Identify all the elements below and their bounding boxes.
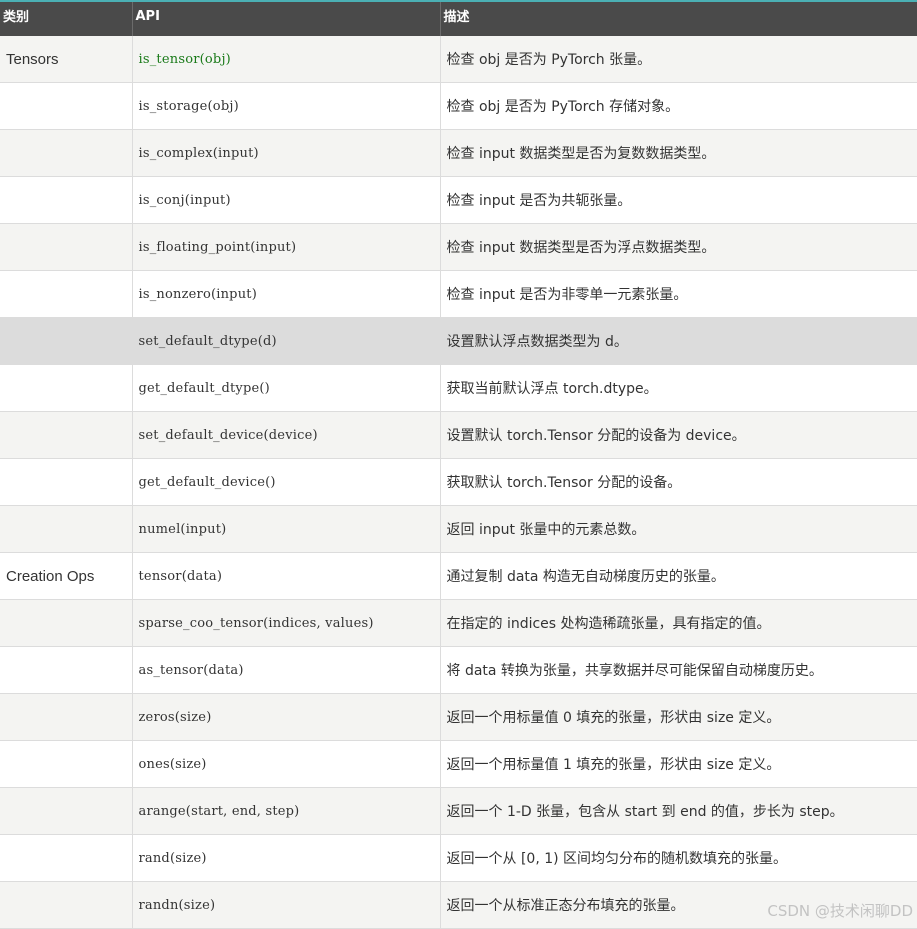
api-table: 类别 API 描述 Tensors is_tensor(obj) 检查 obj … (0, 0, 917, 929)
api-cell: is_nonzero(input) (132, 270, 441, 318)
table-row: is_nonzero(input) 检查 input 是否为非零单一元素张量。 (0, 270, 917, 318)
category-cell (0, 270, 133, 318)
table-row: is_conj(input) 检查 input 是否为共轭张量。 (0, 176, 917, 224)
description-cell: 获取当前默认浮点 torch.dtype。 (440, 364, 917, 412)
category-cell (0, 834, 133, 882)
api-cell: is_floating_point(input) (132, 223, 441, 271)
table-row: Creation Ops tensor(data) 通过复制 data 构造无自… (0, 552, 917, 600)
category-cell (0, 223, 133, 271)
description-cell: 返回一个用标量值 0 填充的张量，形状由 size 定义。 (440, 693, 917, 741)
description-cell: 通过复制 data 构造无自动梯度历史的张量。 (440, 552, 917, 600)
api-cell: sparse_coo_tensor(indices, values) (132, 599, 441, 647)
table-row: is_complex(input) 检查 input 数据类型是否为复数数据类型… (0, 129, 917, 177)
api-cell: get_default_dtype() (132, 364, 441, 412)
table-row: get_default_dtype() 获取当前默认浮点 torch.dtype… (0, 364, 917, 412)
api-cell: rand(size) (132, 834, 441, 882)
api-cell: numel(input) (132, 505, 441, 553)
category-cell (0, 82, 133, 130)
api-cell: is_conj(input) (132, 176, 441, 224)
category-cell (0, 176, 133, 224)
description-cell: 返回一个 1-D 张量，包含从 start 到 end 的值，步长为 step。 (440, 787, 917, 835)
description-cell: 检查 input 数据类型是否为复数数据类型。 (440, 129, 917, 177)
table-row-hovered[interactable]: set_default_dtype(d) 设置默认浮点数据类型为 d。 (0, 317, 917, 365)
api-cell: as_tensor(data) (132, 646, 441, 694)
category-cell (0, 599, 133, 647)
table-row: arange(start, end, step) 返回一个 1-D 张量，包含从… (0, 787, 917, 835)
api-cell: tensor(data) (132, 552, 441, 600)
category-cell (0, 646, 133, 694)
description-cell: 检查 input 是否为非零单一元素张量。 (440, 270, 917, 318)
description-cell: 检查 input 数据类型是否为浮点数据类型。 (440, 223, 917, 271)
description-cell: 返回一个从 [0, 1) 区间均匀分布的随机数填充的张量。 (440, 834, 917, 882)
table-row: is_floating_point(input) 检查 input 数据类型是否… (0, 223, 917, 271)
category-cell (0, 693, 133, 741)
category-cell (0, 129, 133, 177)
category-cell: Creation Ops (0, 552, 133, 600)
table-row: as_tensor(data) 将 data 转换为张量，共享数据并尽可能保留自… (0, 646, 917, 694)
api-cell: get_default_device() (132, 458, 441, 506)
category-cell (0, 787, 133, 835)
category-cell (0, 364, 133, 412)
api-cell-link[interactable]: is_tensor(obj) (132, 36, 441, 83)
api-cell: arange(start, end, step) (132, 787, 441, 835)
description-cell: 获取默认 torch.Tensor 分配的设备。 (440, 458, 917, 506)
table-row: rand(size) 返回一个从 [0, 1) 区间均匀分布的随机数填充的张量。 (0, 834, 917, 882)
table-row: ones(size) 返回一个用标量值 1 填充的张量，形状由 size 定义。 (0, 740, 917, 788)
table-row: get_default_device() 获取默认 torch.Tensor 分… (0, 458, 917, 506)
description-cell: 检查 obj 是否为 PyTorch 存储对象。 (440, 82, 917, 130)
api-cell: set_default_dtype(d) (132, 317, 441, 365)
table-row: sparse_coo_tensor(indices, values) 在指定的 … (0, 599, 917, 647)
api-cell: is_storage(obj) (132, 82, 441, 130)
description-cell: 设置默认 torch.Tensor 分配的设备为 device。 (440, 411, 917, 459)
category-cell (0, 317, 133, 365)
category-cell (0, 411, 133, 459)
table-row: set_default_device(device) 设置默认 torch.Te… (0, 411, 917, 459)
category-cell (0, 505, 133, 553)
description-cell: 将 data 转换为张量，共享数据并尽可能保留自动梯度历史。 (440, 646, 917, 694)
api-cell: set_default_device(device) (132, 411, 441, 459)
table-row: zeros(size) 返回一个用标量值 0 填充的张量，形状由 size 定义… (0, 693, 917, 741)
api-cell: is_complex(input) (132, 129, 441, 177)
csdn-watermark: CSDN @技术闲聊DD (767, 902, 913, 920)
header-category: 类别 (0, 0, 133, 36)
category-cell (0, 881, 133, 929)
category-cell (0, 458, 133, 506)
header-api: API (132, 0, 441, 36)
category-cell (0, 740, 133, 788)
table-row: Tensors is_tensor(obj) 检查 obj 是否为 PyTorc… (0, 36, 917, 83)
table-header-row: 类别 API 描述 (0, 0, 917, 36)
header-description: 描述 (440, 0, 917, 36)
api-cell: zeros(size) (132, 693, 441, 741)
api-cell: randn(size) (132, 881, 441, 929)
table-row: numel(input) 返回 input 张量中的元素总数。 (0, 505, 917, 553)
description-cell: 设置默认浮点数据类型为 d。 (440, 317, 917, 365)
category-cell: Tensors (0, 36, 133, 83)
description-cell: 在指定的 indices 处构造稀疏张量，具有指定的值。 (440, 599, 917, 647)
description-cell: 返回一个用标量值 1 填充的张量，形状由 size 定义。 (440, 740, 917, 788)
description-cell: 返回 input 张量中的元素总数。 (440, 505, 917, 553)
api-cell: ones(size) (132, 740, 441, 788)
description-cell: 检查 input 是否为共轭张量。 (440, 176, 917, 224)
description-cell: 检查 obj 是否为 PyTorch 张量。 (440, 36, 917, 83)
table-row: is_storage(obj) 检查 obj 是否为 PyTorch 存储对象。 (0, 82, 917, 130)
